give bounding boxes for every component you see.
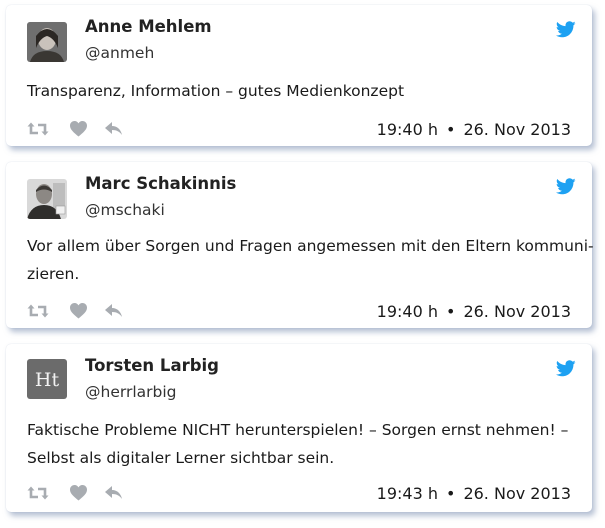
tweet-text: Faktische Probleme NICHT herunterspielen… <box>27 416 574 472</box>
author-handle[interactable]: @herrlarbig <box>85 383 177 401</box>
tweet-card: Anne Mehlem @anmeh Transparenz, Informat… <box>6 5 592 146</box>
tweet-actions <box>27 485 127 505</box>
retweet-icon[interactable] <box>27 303 49 319</box>
tweet-actions <box>27 121 127 141</box>
timestamp[interactable]: 19:43 h • 26. Nov 2013 <box>377 484 571 503</box>
tweet-actions <box>27 303 127 323</box>
tweet-card: Marc Schakinnis @mschaki Vor allem über … <box>6 162 594 328</box>
tweet-text-line: Selbst als digitaler Lerner sichtbar sei… <box>27 449 335 467</box>
tweet-date: 26. Nov 2013 <box>463 120 571 139</box>
avatar-monogram: Ht <box>35 369 60 391</box>
avatar[interactable] <box>27 22 67 62</box>
tweet-time: 19:43 h <box>376 484 438 503</box>
timestamp[interactable]: 19:40 h • 26. Nov 2013 <box>377 302 571 321</box>
tweet-card: Ht Torsten Larbig @herrlarbig Faktische … <box>6 344 592 512</box>
retweet-icon[interactable] <box>27 485 49 501</box>
heart-icon[interactable] <box>70 303 87 319</box>
author-handle[interactable]: @anmeh <box>85 44 154 62</box>
reply-icon[interactable] <box>104 485 123 500</box>
tweet-date: 26. Nov 2013 <box>463 484 571 503</box>
tweet-date: 26. Nov 2013 <box>463 302 571 321</box>
avatar[interactable]: Ht <box>27 359 67 399</box>
retweet-icon[interactable] <box>27 121 49 137</box>
author-name[interactable]: Marc Schakinnis <box>85 174 236 193</box>
heart-icon[interactable] <box>70 121 87 137</box>
twitter-bird-icon[interactable] <box>556 360 576 377</box>
tweet-text: Transparenz, Information – gutes Medienk… <box>27 77 574 105</box>
tweet-text-line: Faktische Probleme NICHT herunterspielen… <box>27 421 569 439</box>
author-name[interactable]: Torsten Larbig <box>85 356 219 375</box>
reply-icon[interactable] <box>104 303 123 318</box>
twitter-bird-icon[interactable] <box>556 21 576 38</box>
author-name[interactable]: Anne Mehlem <box>85 17 212 36</box>
author-handle[interactable]: @mschaki <box>85 201 165 219</box>
heart-icon[interactable] <box>70 485 87 501</box>
avatar[interactable] <box>27 179 67 219</box>
timestamp[interactable]: 19:40 h • 26. Nov 2013 <box>377 120 571 139</box>
twitter-bird-icon[interactable] <box>556 178 576 195</box>
reply-icon[interactable] <box>104 121 123 136</box>
tweet-text-line: Vor allem über Sorgen und Fragen angemes… <box>27 237 594 255</box>
tweet-text-line: zieren. <box>27 265 80 283</box>
tweet-text-line: Transparenz, Information – gutes Medienk… <box>27 82 405 100</box>
tweet-time: 19:40 h <box>376 120 438 139</box>
tweet-time: 19:40 h <box>376 302 438 321</box>
tweet-text: Vor allem über Sorgen und Fragen angemes… <box>27 232 594 288</box>
